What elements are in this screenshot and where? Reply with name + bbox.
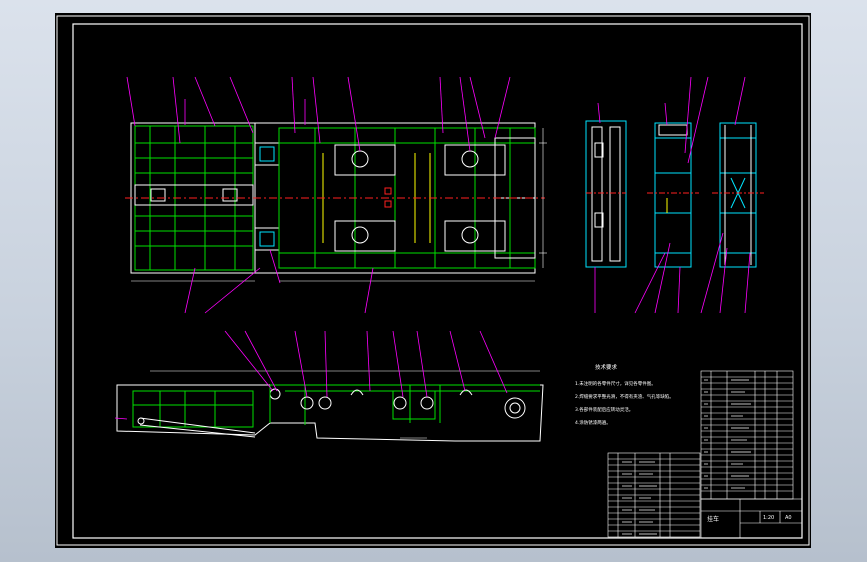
side-elevation — [116, 370, 544, 442]
end-view-left — [585, 120, 627, 268]
parts-list-upper — [700, 370, 794, 500]
cad-viewport[interactable]: 技术要求 1.未注明的各零件尺寸，详见各零件图。 2.焊缝要求平整光滑，不得有夹… — [55, 13, 811, 548]
side-view-leaders — [114, 330, 508, 420]
side-outline — [116, 384, 544, 442]
drawing-border-outer — [56, 15, 810, 546]
parts-list-lower-text — [622, 461, 657, 535]
drawing-scale: 1:20 — [763, 515, 774, 521]
drawing-name: 挂车 — [707, 515, 719, 523]
sheet-label: A0 — [785, 515, 792, 521]
top-view-plan — [125, 122, 547, 282]
parts-list-lower — [607, 452, 701, 538]
title-block-text: 挂车 1:20 A0 — [707, 515, 792, 523]
cad-drawing: 技术要求 1.未注明的各零件尺寸，详见各零件图。 2.焊缝要求平整光滑，不得有夹… — [56, 15, 810, 546]
tech-requirement-2: 2.焊缝要求平整光滑，不得有夹渣、气孔等缺陷。 — [575, 393, 674, 400]
end-view-middle — [647, 122, 699, 268]
tech-requirements-heading: 技术要求 — [595, 363, 618, 371]
tech-requirement-4: 4.涂防锈漆两遍。 — [575, 419, 611, 426]
end-view-leaders — [594, 76, 751, 314]
tech-requirement-1: 1.未注明的各零件尺寸，详见各零件图。 — [575, 380, 656, 387]
top-view-leaders — [126, 76, 511, 314]
tech-requirement-3: 3.各部件装配后应转动灵活。 — [575, 406, 633, 413]
tech-requirements: 技术要求 1.未注明的各零件尺寸，详见各零件图。 2.焊缝要求平整光滑，不得有夹… — [575, 363, 674, 426]
